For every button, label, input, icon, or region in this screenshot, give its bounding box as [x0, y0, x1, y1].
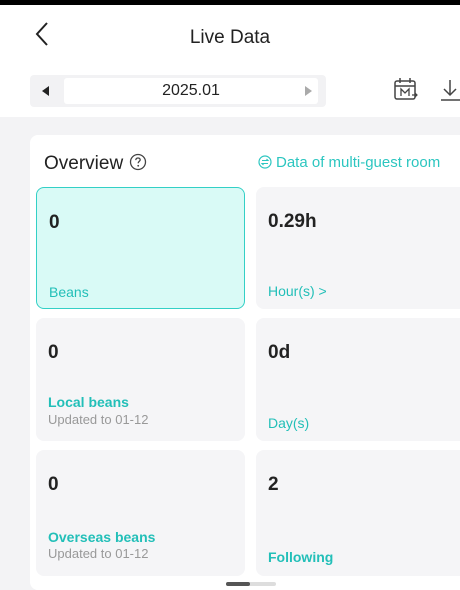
overview-heading: Overview: [44, 153, 147, 175]
hours-value: 0.29h: [268, 211, 317, 232]
overseas-beans-value: 0: [48, 474, 59, 495]
date-picker: 2025.01: [30, 75, 326, 107]
hours-label: Hour(s) >: [268, 283, 327, 299]
overview-panel: Overview Data of multi-guest room 0 Bean…: [30, 135, 460, 590]
hours-card[interactable]: 0.29h Hour(s) >: [256, 187, 460, 309]
local-beans-value: 0: [48, 342, 59, 363]
selected-month[interactable]: 2025.01: [64, 78, 318, 104]
triangle-left-icon: [42, 86, 49, 96]
beans-card[interactable]: 0 Beans: [36, 187, 245, 309]
download-button[interactable]: [438, 75, 460, 105]
help-circle-icon[interactable]: [129, 153, 147, 171]
month-calendar-button[interactable]: [392, 75, 420, 105]
top-nav: Live Data: [0, 5, 460, 65]
scroll-indicator: [226, 582, 276, 586]
previous-month-button[interactable]: [30, 75, 64, 107]
overseas-beans-card[interactable]: 0 Overseas beans Updated to 01-12: [36, 450, 245, 576]
days-value: 0d: [268, 342, 291, 363]
overview-title: Overview: [44, 153, 124, 174]
page-title: Live Data: [189, 27, 271, 48]
local-beans-label: Local beans: [48, 394, 129, 410]
following-value: 2: [268, 474, 279, 495]
local-beans-card[interactable]: 0 Local beans Updated to 01-12: [36, 318, 245, 441]
calendar-month-icon: [394, 78, 418, 100]
multi-guest-room-link[interactable]: Data of multi-guest room: [258, 154, 440, 171]
days-card[interactable]: 0d Day(s): [256, 318, 460, 441]
download-icon: [441, 80, 460, 101]
following-label: Following: [268, 549, 334, 565]
overseas-beans-updated: Updated to 01-12: [48, 546, 149, 561]
beans-value: 0: [49, 212, 60, 233]
following-card[interactable]: 2 Following: [256, 450, 460, 576]
days-label: Day(s): [268, 415, 310, 431]
multi-guest-link-text: Data of multi-guest room: [276, 154, 441, 171]
beans-label: Beans: [49, 284, 89, 300]
local-beans-updated: Updated to 01-12: [48, 412, 149, 427]
overseas-beans-label: Overseas beans: [48, 529, 156, 545]
triangle-right-icon: [305, 86, 312, 96]
date-selector-bar: 2025.01: [0, 65, 460, 117]
next-month-button[interactable]: [292, 75, 326, 107]
switch-arrows-icon: [258, 155, 272, 169]
